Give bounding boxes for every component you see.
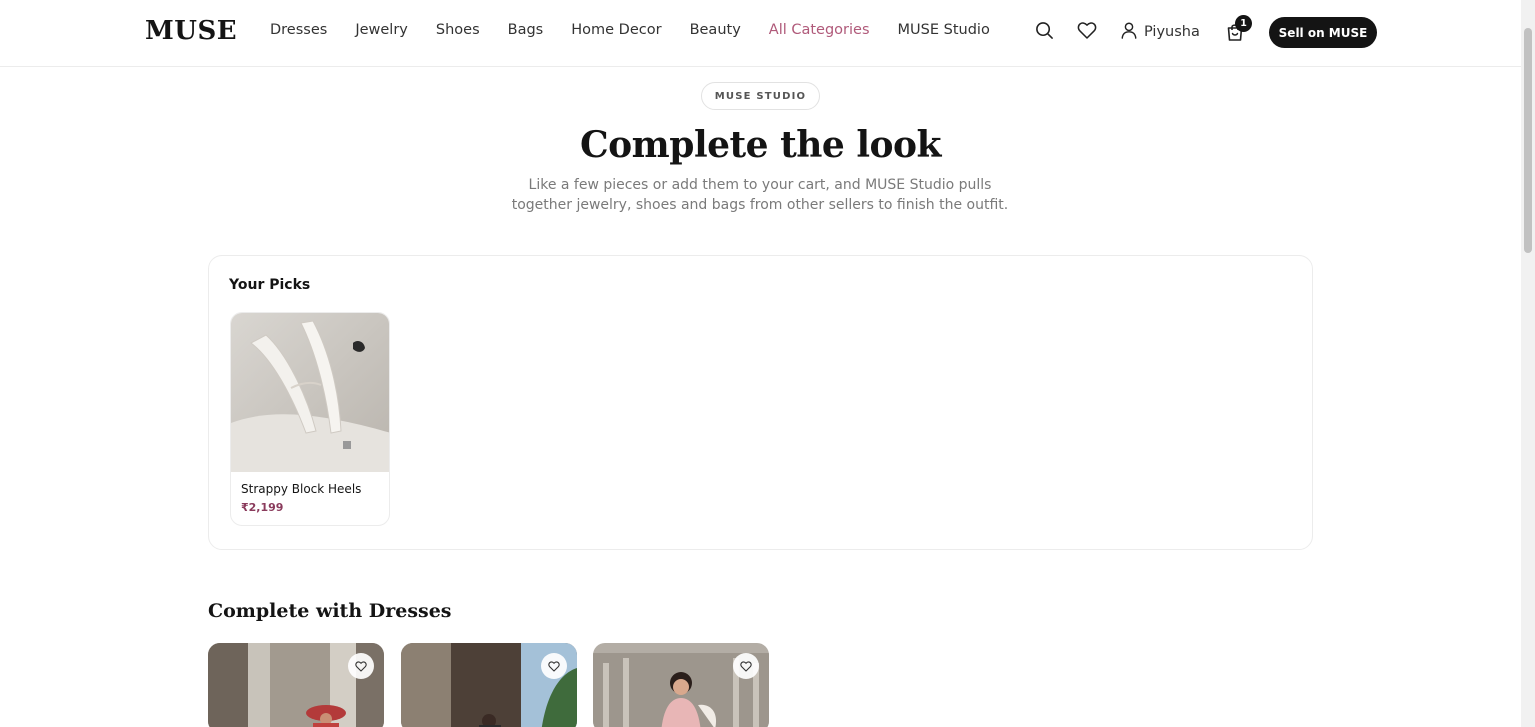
nav-shoes[interactable]: Shoes [436, 22, 480, 38]
wishlist-heart-icon[interactable] [348, 653, 374, 679]
product-name: Strappy Block Heels [241, 482, 362, 496]
heart-icon[interactable] [1076, 19, 1098, 41]
pick-item[interactable]: Strappy Block Heels ₹2,199 [230, 312, 390, 526]
nav-bags[interactable]: Bags [508, 22, 544, 38]
user-name: Piyusha [1144, 24, 1200, 40]
main-nav: Dresses Jewelry Shoes Bags Home Decor Be… [270, 22, 1018, 38]
product-image [231, 313, 389, 472]
page-scrollbar[interactable] [1521, 0, 1535, 727]
wishlist-heart-icon[interactable] [733, 653, 759, 679]
wishlist-heart-icon[interactable] [541, 653, 567, 679]
sell-on-muse-button[interactable]: Sell on MUSE [1269, 17, 1377, 48]
section-title: Complete with Dresses [208, 600, 452, 622]
your-picks-panel: Your Picks Strappy Block Heels ₹2,199 [208, 255, 1313, 550]
nav-dresses[interactable]: Dresses [270, 22, 327, 38]
your-picks-title: Your Picks [229, 277, 311, 293]
dress-card[interactable] [208, 643, 384, 727]
nav-jewelry[interactable]: Jewelry [355, 22, 408, 38]
site-header: MUSE Dresses Jewelry Shoes Bags Home Dec… [0, 0, 1521, 67]
dress-card[interactable] [593, 643, 769, 727]
nav-beauty[interactable]: Beauty [690, 22, 741, 38]
logo[interactable]: MUSE [145, 16, 237, 46]
nav-home-decor[interactable]: Home Decor [571, 22, 661, 38]
cart-count-badge: 1 [1235, 15, 1252, 32]
page-title: Complete the look [580, 124, 941, 166]
muse-studio-pill: MUSE STUDIO [701, 82, 820, 110]
dress-card[interactable] [401, 643, 577, 727]
user-icon [1120, 21, 1138, 43]
search-icon[interactable] [1033, 19, 1055, 41]
page-subtitle: Like a few pieces or add them to your ca… [511, 177, 1009, 213]
nav-muse-studio[interactable]: MUSE Studio [898, 22, 990, 38]
product-price: ₹2,199 [241, 501, 284, 514]
nav-all-categories[interactable]: All Categories [769, 22, 870, 38]
user-menu[interactable]: Piyusha [1120, 21, 1200, 43]
scrollbar-thumb[interactable] [1524, 28, 1532, 253]
